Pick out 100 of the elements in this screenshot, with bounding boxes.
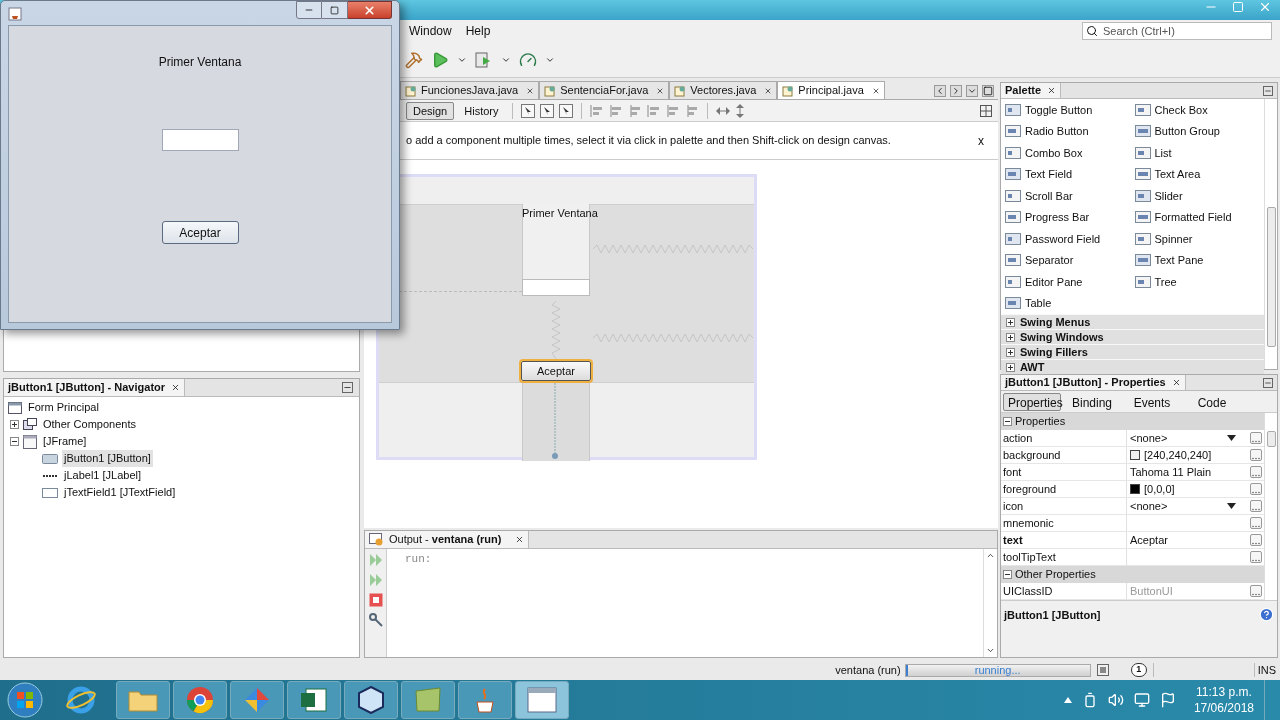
start-button[interactable] [6,681,44,719]
palette-item[interactable]: Formatted Field [1134,206,1264,228]
close-icon[interactable] [171,383,181,392]
close-icon[interactable] [871,86,880,95]
properties-tab[interactable]: Properties [1003,392,1061,411]
palette-item[interactable]: Check Box [1134,99,1264,121]
palette-category[interactable]: Swing Fillers [1001,344,1264,359]
collapse-icon[interactable] [10,437,19,446]
minimize-icon[interactable] [1263,377,1273,388]
property-value[interactable]: Aceptar [1130,531,1236,549]
scrollbar[interactable] [1264,99,1277,369]
ellipsis-button[interactable] [1250,466,1262,478]
close-icon[interactable] [656,86,665,95]
menu-item[interactable]: Help [465,22,491,40]
property-value[interactable]: [0,0,0] [1144,480,1236,498]
form-label[interactable]: Primer Ventana [522,205,598,222]
navigator-node[interactable]: jTextField1 [JTextField] [62,484,178,501]
palette-item[interactable]: Tree [1134,271,1264,293]
maximize-icon[interactable] [982,85,994,97]
collapse-icon[interactable] [1003,417,1012,426]
palette-item[interactable]: Separator [1005,249,1135,271]
scroll-right-icon[interactable] [950,85,962,97]
navigator-node[interactable]: jButton1 [JButton] [62,450,153,467]
palette-item[interactable]: List [1134,142,1264,164]
expand-icon[interactable] [10,420,19,429]
palette-item[interactable]: Progress Bar [1005,206,1135,228]
view-mode-tab[interactable]: History [457,101,506,120]
volume-icon[interactable] [1107,692,1124,708]
horizontal-resize-icon[interactable] [715,104,732,117]
dropdown-icon[interactable] [966,85,978,97]
collapse-icon[interactable] [1003,570,1012,579]
palette-item[interactable]: Text Field [1005,163,1135,185]
properties-tab[interactable]: Events [1123,392,1181,411]
expand-icon[interactable] [1006,347,1015,357]
stop-icon[interactable] [368,593,383,607]
palette-item[interactable]: Slider [1134,185,1264,207]
flag-icon[interactable] [1159,692,1176,708]
navigator-node[interactable]: [JFrame] [41,433,89,450]
properties-tab[interactable]: Code [1183,392,1241,411]
grid-icon[interactable] [980,104,992,117]
palette-category[interactable]: Swing Windows [1001,329,1264,344]
dropdown-arrow-icon[interactable] [1227,435,1236,441]
ellipsis-button[interactable] [1250,585,1262,597]
property-value[interactable]: <none> [1130,429,1223,447]
vertical-resize-icon[interactable] [734,102,747,119]
expand-icon[interactable] [1006,362,1015,372]
close-icon[interactable] [1171,378,1181,387]
minimize-icon[interactable] [1263,85,1273,96]
clock[interactable]: 11:13 p.m. 17/06/2018 [1193,684,1254,716]
ellipsis-button[interactable] [1250,432,1262,444]
selection-tool-icon[interactable] [520,102,537,119]
palette-item[interactable]: Table [1005,292,1135,314]
maximize-button[interactable] [322,1,348,19]
cancel-task-icon[interactable] [1096,664,1109,676]
palette-item[interactable]: Radio Button [1005,120,1135,142]
hammer-icon[interactable] [405,50,423,69]
property-value[interactable]: Tahoma 11 Plain [1130,463,1236,481]
palette-category[interactable]: Swing Menus [1001,314,1264,329]
accept-button[interactable]: Aceptar [161,221,239,244]
help-icon[interactable] [1259,607,1274,622]
run-icon[interactable] [431,50,449,69]
close-icon[interactable] [515,535,525,544]
text-field[interactable] [161,129,239,151]
property-group[interactable]: Properties [1015,413,1066,430]
minimize-icon[interactable] [342,382,353,393]
properties-tab[interactable]: Binding [1063,392,1121,411]
scroll-down-icon[interactable] [986,646,995,655]
palette-item[interactable]: Text Pane [1134,249,1264,271]
close-icon[interactable] [1047,86,1057,95]
network-icon[interactable] [1133,692,1150,708]
scroll-up-icon[interactable] [986,551,995,560]
scroll-left-icon[interactable] [934,85,946,97]
palette-item[interactable]: Spinner [1134,228,1264,250]
minimize-button[interactable] [296,1,322,19]
editor-tab[interactable]: Principal.java [777,81,885,99]
ellipsis-button[interactable] [1250,449,1262,461]
editor-tab[interactable]: Vectores.java [669,81,778,99]
expand-icon[interactable] [1006,317,1015,327]
navigator-node[interactable]: jLabel1 [JLabel] [62,467,144,484]
palette-item[interactable]: Toggle Button [1005,99,1135,121]
editor-tab[interactable]: SentenciaFor.java [539,81,670,99]
expand-icon[interactable] [1006,332,1015,342]
close-icon[interactable] [764,86,773,95]
property-value[interactable]: [240,240,240] [1144,446,1236,464]
editor-tab[interactable]: FuncionesJava.java [400,81,540,99]
browser-icon[interactable] [66,685,96,715]
palette-category[interactable]: AWT [1001,359,1264,374]
palette-item[interactable]: Editor Pane [1005,271,1135,293]
ellipsis-button[interactable] [1250,534,1262,546]
ellipsis-button[interactable] [1250,500,1262,512]
show-hidden-icon[interactable] [1063,697,1072,703]
search-field[interactable]: Search (Ctrl+I) [1082,22,1272,40]
palette-item[interactable]: Button Group [1134,120,1264,142]
scrollbar[interactable] [1264,413,1277,600]
navigator-node[interactable]: Other Components [41,416,138,433]
selection-tool-icon[interactable] [558,102,575,119]
hint-close[interactable]: x [978,131,984,150]
palette-item[interactable]: Password Field [1005,228,1135,250]
selection-tool-icon[interactable] [539,102,556,119]
notification-bubble[interactable]: 1 [1130,663,1147,677]
